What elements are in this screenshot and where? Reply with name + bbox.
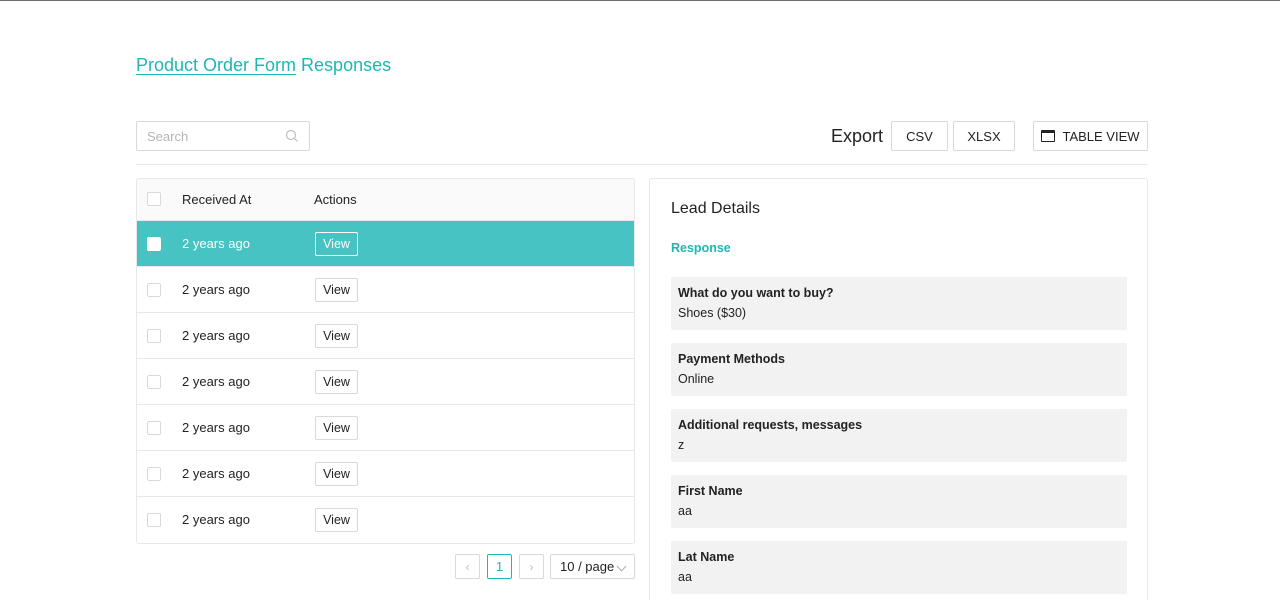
- field-answer: Online: [678, 372, 715, 386]
- column-header-received-at: Received At: [182, 192, 252, 207]
- response-field: Lat Name aa: [671, 541, 1127, 594]
- lead-details-panel: Lead Details Response What do you want t…: [649, 178, 1148, 600]
- received-at-cell: 2 years ago: [182, 420, 250, 435]
- row-checkbox[interactable]: [147, 375, 161, 389]
- view-button[interactable]: View: [315, 324, 358, 348]
- responses-table: Received At Actions 2 years ago View 2 y…: [136, 178, 635, 544]
- field-answer: Shoes ($30): [678, 306, 747, 320]
- response-section-label: Response: [671, 241, 731, 255]
- field-answer: aa: [678, 504, 692, 518]
- table-row[interactable]: 2 years ago View: [137, 405, 634, 451]
- received-at-cell: 2 years ago: [182, 374, 250, 389]
- table-row[interactable]: 2 years ago View: [137, 313, 634, 359]
- view-button[interactable]: View: [315, 416, 358, 440]
- page-title-suffix: Responses: [296, 55, 392, 75]
- field-question: Payment Methods: [678, 352, 785, 366]
- window-icon: [1041, 130, 1056, 142]
- pagination-next-button[interactable]: ›: [519, 554, 544, 579]
- row-checkbox[interactable]: [147, 283, 161, 297]
- table-header: Received At Actions: [137, 179, 634, 221]
- chevron-down-icon: [616, 561, 627, 572]
- page-size-value: 10 / page: [560, 559, 615, 574]
- view-button[interactable]: View: [315, 232, 358, 256]
- response-field: What do you want to buy? Shoes ($30): [671, 277, 1127, 330]
- field-question: What do you want to buy?: [678, 286, 834, 300]
- table-view-label: TABLE VIEW: [1062, 128, 1140, 144]
- top-border: [0, 0, 1280, 1]
- field-answer: aa: [678, 570, 692, 584]
- received-at-cell: 2 years ago: [182, 328, 250, 343]
- page-title: Product Order Form Responses: [136, 55, 391, 76]
- search-icon[interactable]: [285, 129, 299, 143]
- response-field: Additional requests, messages z: [671, 409, 1127, 462]
- row-checkbox[interactable]: [147, 237, 161, 251]
- row-checkbox[interactable]: [147, 513, 161, 527]
- table-row[interactable]: 2 years ago View: [137, 359, 634, 405]
- export-csv-button[interactable]: CSV: [891, 121, 948, 151]
- view-button[interactable]: View: [315, 370, 358, 394]
- select-all-checkbox[interactable]: [147, 192, 161, 206]
- response-field: Payment Methods Online: [671, 343, 1127, 396]
- field-question: First Name: [678, 484, 743, 498]
- field-answer: z: [678, 438, 685, 452]
- toolbar-divider: [136, 164, 1148, 165]
- search-box: [136, 121, 310, 151]
- received-at-cell: 2 years ago: [182, 282, 250, 297]
- view-button[interactable]: View: [315, 278, 358, 302]
- table-view-button[interactable]: TABLE VIEW: [1033, 121, 1148, 151]
- response-field: First Name aa: [671, 475, 1127, 528]
- table-row[interactable]: 2 years ago View: [137, 497, 634, 543]
- search-input[interactable]: [137, 122, 277, 150]
- field-question: Lat Name: [678, 550, 735, 564]
- export-label: Export: [831, 126, 884, 146]
- field-question: Additional requests, messages: [678, 418, 863, 432]
- view-button[interactable]: View: [315, 462, 358, 486]
- pagination-page-1[interactable]: 1: [487, 554, 512, 579]
- table-row[interactable]: 2 years ago View: [137, 267, 634, 313]
- page-size-select[interactable]: 10 / page: [550, 554, 635, 579]
- form-name-link[interactable]: Product Order Form: [136, 55, 296, 75]
- export-xlsx-button[interactable]: XLSX: [953, 121, 1015, 151]
- received-at-cell: 2 years ago: [182, 512, 250, 527]
- row-checkbox[interactable]: [147, 467, 161, 481]
- table-row[interactable]: 2 years ago View: [137, 451, 634, 497]
- lead-details-title: Lead Details: [671, 200, 760, 217]
- view-button[interactable]: View: [315, 508, 358, 532]
- row-checkbox[interactable]: [147, 329, 161, 343]
- received-at-cell: 2 years ago: [182, 236, 250, 251]
- row-checkbox[interactable]: [147, 421, 161, 435]
- table-row[interactable]: 2 years ago View: [137, 221, 634, 267]
- column-header-actions: Actions: [314, 192, 357, 207]
- pagination-prev-button[interactable]: ‹: [455, 554, 480, 579]
- received-at-cell: 2 years ago: [182, 466, 250, 481]
